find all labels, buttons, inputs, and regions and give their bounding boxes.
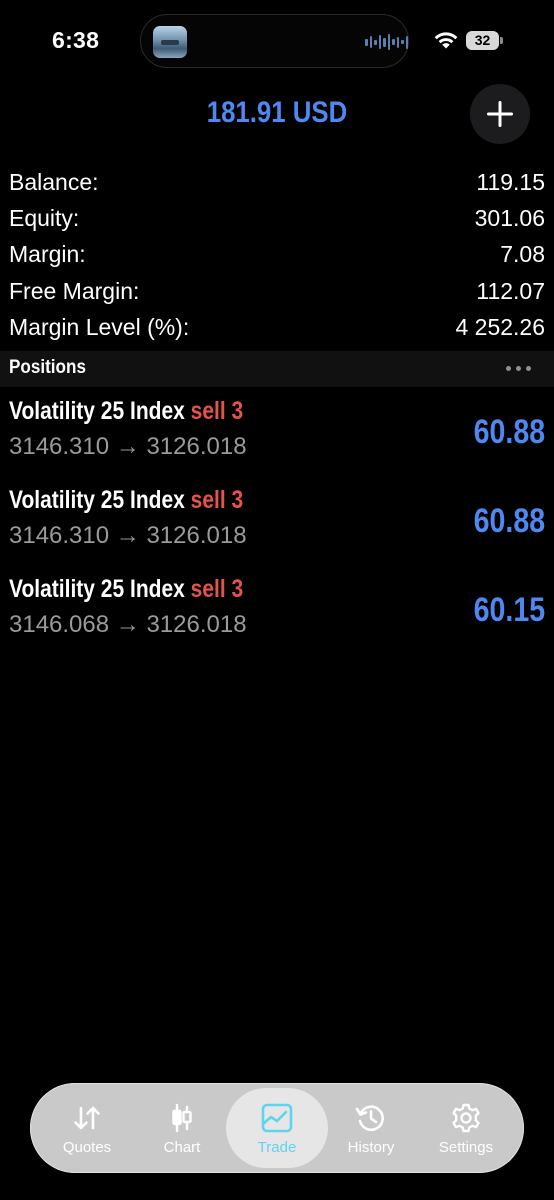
position-row[interactable]: Volatility 25 Index sell 3 3146.310 → 31… — [0, 397, 554, 486]
battery-cap — [500, 37, 503, 44]
account-summary: Balance: 119.15 Equity: 301.06 Margin: 7… — [9, 164, 545, 345]
position-prices: 3146.310 → 3126.018 — [9, 522, 247, 549]
free-margin-label: Free Margin: — [9, 277, 140, 304]
new-order-button[interactable] — [470, 84, 530, 144]
margin-label: Margin: — [9, 241, 86, 268]
quotes-arrows-icon — [74, 1106, 100, 1130]
dynamic-island[interactable] — [140, 14, 409, 68]
tab-label: History — [347, 1139, 395, 1156]
balance-label: Balance: — [9, 168, 99, 195]
trade-icon — [261, 1103, 293, 1133]
position-profit: 60.88 — [473, 413, 545, 451]
equity-label: Equity: — [9, 204, 80, 231]
position-prices: 3146.310 → 3126.018 — [9, 433, 247, 460]
margin-value: 7.08 — [500, 241, 545, 268]
position-symbol: Volatility 25 Index — [9, 575, 185, 603]
position-row[interactable]: Volatility 25 Index sell 3 3146.310 → 31… — [0, 486, 554, 575]
equity-row: Equity: 301.06 — [9, 200, 545, 236]
more-options-icon[interactable] — [506, 366, 531, 371]
tab-settings[interactable]: Settings — [417, 1083, 515, 1173]
position-symbol: Volatility 25 Index — [9, 397, 185, 425]
wifi-icon — [434, 32, 458, 49]
equity-value: 301.06 — [474, 204, 545, 231]
position-profit: 60.15 — [473, 591, 545, 629]
positions-title: Positions — [9, 357, 86, 378]
position-title: Volatility 25 Index sell 3 — [9, 486, 243, 515]
position-prices: 3146.068 → 3126.018 — [9, 611, 247, 638]
tab-trade[interactable]: Trade — [228, 1083, 326, 1173]
position-side: sell 3 — [190, 397, 244, 425]
position-side: sell 3 — [190, 575, 244, 603]
margin-level-label: Margin Level (%): — [9, 313, 190, 340]
battery-level: 32 — [466, 31, 499, 50]
margin-level-row: Margin Level (%): 4 252.26 — [9, 309, 545, 345]
tab-label: Quotes — [62, 1139, 112, 1156]
tab-quotes[interactable]: Quotes — [38, 1083, 136, 1173]
position-title: Volatility 25 Index sell 3 — [9, 397, 243, 426]
balance-value: 119.15 — [476, 168, 545, 195]
free-margin-value: 112.07 — [476, 277, 545, 304]
margin-level-value: 4 252.26 — [455, 313, 545, 340]
position-profit: 60.88 — [473, 502, 545, 540]
position-symbol: Volatility 25 Index — [9, 486, 185, 514]
audio-waveform-icon — [365, 34, 408, 50]
margin-row: Margin: 7.08 — [9, 237, 545, 273]
tab-chart[interactable]: Chart — [133, 1083, 231, 1173]
now-playing-thumbnail — [153, 26, 187, 58]
account-total: 181.91 USD — [206, 96, 348, 129]
position-row[interactable]: Volatility 25 Index sell 3 3146.068 → 31… — [0, 575, 554, 664]
tab-history[interactable]: History — [322, 1083, 420, 1173]
position-title: Volatility 25 Index sell 3 — [9, 575, 243, 604]
positions-header: Positions — [0, 351, 554, 387]
tab-bar: Quotes Chart Trade History Settings — [30, 1083, 524, 1173]
balance-row: Balance: 119.15 — [9, 164, 545, 200]
tab-label: Settings — [438, 1139, 494, 1156]
history-clock-icon — [355, 1105, 384, 1132]
position-side: sell 3 — [190, 486, 244, 514]
tab-label: Trade — [257, 1139, 297, 1156]
tab-label: Chart — [163, 1139, 201, 1156]
candlestick-chart-icon — [172, 1103, 192, 1133]
gear-icon — [452, 1103, 480, 1133]
free-margin-row: Free Margin: 112.07 — [9, 273, 545, 309]
status-time: 6:38 — [52, 27, 100, 53]
plus-icon — [487, 101, 513, 127]
